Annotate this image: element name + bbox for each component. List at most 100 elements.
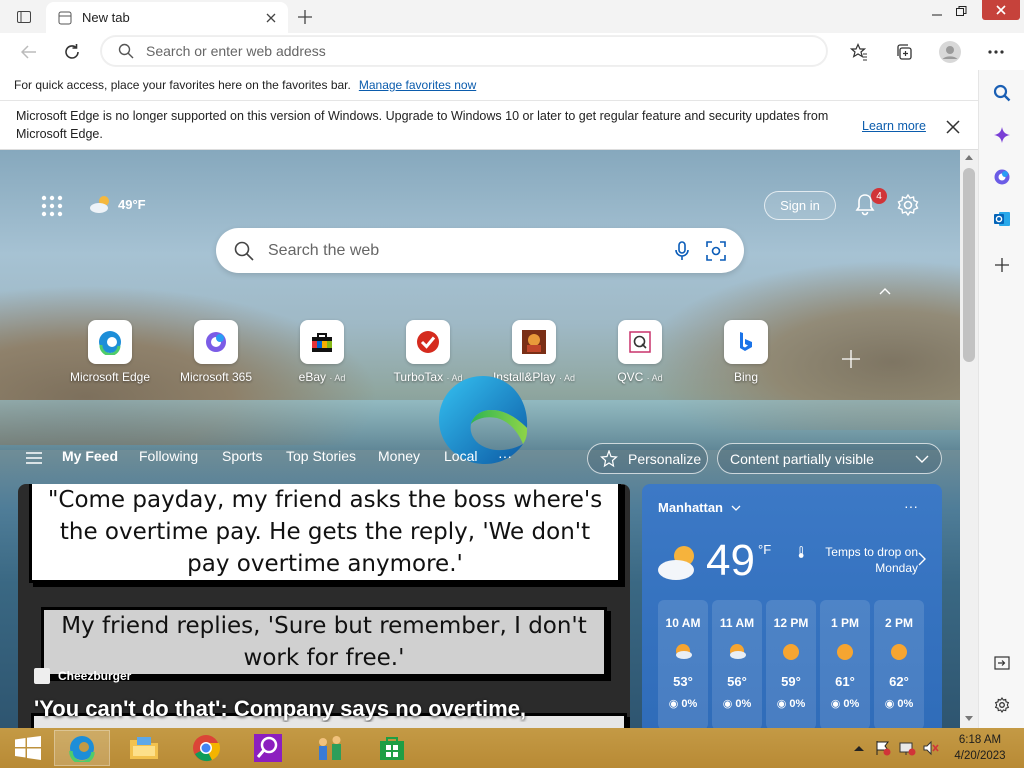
weather-card[interactable]: Manhattan ··· 49 °F Temps to drop on Mon…	[642, 484, 942, 728]
article-image-caption-1: "Come payday, my friend asks the boss wh…	[32, 484, 618, 580]
feed-article-card[interactable]: "Come payday, my friend asks the boss wh…	[18, 484, 630, 728]
infobar-message: Microsoft Edge is no longer supported on…	[16, 109, 829, 141]
search-icon	[234, 241, 254, 261]
favorites-bar: For quick access, place your favorites h…	[0, 70, 978, 101]
weather-mini[interactable]: 49°F	[88, 194, 146, 214]
personalize-button[interactable]: Personalize	[587, 443, 708, 474]
close-tab-icon[interactable]	[258, 5, 284, 31]
microsoft-365-icon	[206, 332, 226, 352]
sidebar-discover-sparkle-icon[interactable]	[989, 122, 1015, 148]
weather-alert-text: Temps to drop on Monday	[825, 545, 918, 575]
favorites-icon[interactable]	[844, 37, 874, 67]
tab-title: New tab	[82, 10, 130, 25]
quick-link-microsoft-edge[interactable]: Microsoft Edge	[65, 320, 155, 384]
tab-actions-icon[interactable]	[10, 7, 38, 27]
sidebar-search-icon[interactable]	[989, 80, 1015, 106]
collapse-chevron-up-icon[interactable]	[874, 280, 896, 302]
refresh-icon[interactable]	[57, 37, 87, 67]
page-settings-gear-icon[interactable]	[895, 192, 921, 218]
address-placeholder: Search or enter web address	[146, 43, 326, 59]
sidebar-hide-icon[interactable]	[989, 650, 1015, 676]
notifications-badge: 4	[871, 188, 887, 204]
feed-navigation: My Feed Following Sports Top Stories Mon…	[0, 434, 960, 482]
new-tab-button[interactable]	[292, 4, 318, 30]
tab-money[interactable]: Money	[378, 448, 420, 464]
weather-location[interactable]: Manhattan	[658, 500, 741, 515]
collections-icon[interactable]	[889, 37, 919, 67]
weather-unit: °F	[758, 542, 772, 557]
learn-more-link[interactable]: Learn more	[862, 117, 926, 135]
taskbar-chrome-icon[interactable]	[178, 730, 234, 766]
sidebar-microsoft-365-icon[interactable]	[989, 164, 1015, 190]
visual-search-icon[interactable]	[706, 240, 726, 261]
quick-link-microsoft-365[interactable]: Microsoft 365	[171, 320, 261, 384]
add-shortcut-plus-icon[interactable]	[838, 346, 864, 372]
close-infobar-icon[interactable]	[940, 115, 966, 139]
quick-link-label: eBay	[298, 370, 326, 384]
scroll-up-icon[interactable]	[965, 154, 973, 160]
tab-sports[interactable]: Sports	[222, 448, 262, 464]
article-image-caption-2: My friend replies, 'Sure but remember, I…	[44, 610, 604, 674]
manage-favorites-link[interactable]: Manage favorites now	[359, 78, 476, 92]
sidebar-add-icon[interactable]	[989, 252, 1015, 278]
chevron-down-icon	[915, 455, 929, 463]
chevron-right-icon[interactable]	[917, 552, 927, 566]
settings-and-more-icon[interactable]	[981, 37, 1011, 67]
clock-time: 6:18 AM	[958, 734, 1002, 746]
tab-top-stories[interactable]: Top Stories	[286, 448, 356, 464]
scrollbar-thumb[interactable]	[963, 168, 975, 362]
apps-grid-icon[interactable]	[40, 194, 64, 218]
address-bar[interactable]: Search or enter web address	[101, 36, 827, 66]
partly-sunny-icon	[676, 644, 692, 659]
quick-link-qvc[interactable]: QVC · Ad	[595, 320, 685, 384]
sidebar-settings-gear-icon[interactable]	[989, 692, 1015, 718]
quick-link-bing[interactable]: Bing	[701, 320, 791, 384]
tab-local[interactable]: Local	[444, 448, 477, 464]
feed-menu-icon[interactable]	[24, 450, 44, 466]
profile-avatar[interactable]	[935, 37, 965, 67]
tray-network-icon[interactable]	[898, 740, 916, 756]
windows-taskbar: 6:18 AM 4/20/2023	[0, 728, 1024, 768]
page-scrollbar[interactable]	[960, 150, 978, 728]
article-headline[interactable]: 'You can't do that': Company says no ove…	[34, 696, 614, 722]
taskbar-clock[interactable]: 6:18 AM 4/20/2023	[948, 732, 1012, 764]
hourly-forecast-item: 11 AM 56° ◉ 0%	[712, 600, 762, 728]
start-button-windows-icon[interactable]	[0, 730, 56, 766]
scroll-down-icon[interactable]	[965, 716, 973, 722]
tab-following[interactable]: Following	[139, 448, 198, 464]
quick-link-ebay[interactable]: eBay · Ad	[277, 320, 367, 384]
weather-more-icon[interactable]: ···	[904, 498, 918, 514]
taskbar-store-icon[interactable]	[364, 730, 420, 766]
sparkle-star-icon	[600, 449, 618, 467]
back-icon[interactable]	[14, 37, 44, 67]
tab-more[interactable]: ···	[498, 448, 512, 464]
personalize-label: Personalize	[628, 450, 702, 467]
hourly-forecast-item: 12 PM 59° ◉ 0%	[766, 600, 816, 728]
tab-new-tab[interactable]: New tab	[46, 2, 288, 33]
turbotax-check-icon	[417, 331, 439, 353]
sign-in-button[interactable]: Sign in	[764, 191, 836, 220]
article-source-name: Cheezburger	[58, 669, 132, 683]
install-and-play-icon	[522, 330, 546, 354]
tab-my-feed[interactable]: My Feed	[62, 448, 118, 464]
sidebar-outlook-icon[interactable]	[989, 206, 1015, 232]
taskbar-search-app-icon[interactable]	[240, 730, 296, 766]
quick-link-label: Microsoft Edge	[69, 370, 151, 384]
tray-show-hidden-icons[interactable]	[850, 740, 868, 756]
taskbar-file-explorer-icon[interactable]	[116, 730, 172, 766]
taskbar-network-users-icon[interactable]	[302, 730, 358, 766]
restore-icon[interactable]	[946, 0, 976, 22]
tray-volume-muted-icon[interactable]	[922, 740, 940, 756]
bing-icon	[740, 332, 752, 351]
sunny-icon	[891, 644, 907, 660]
content-visibility-dropdown[interactable]: Content partially visible	[717, 443, 942, 474]
taskbar-edge-icon[interactable]	[54, 730, 110, 766]
edge-sidebar	[978, 70, 1024, 728]
hourly-forecast-item: 2 PM 62° ◉ 0%	[874, 600, 924, 728]
web-search-box[interactable]: Search the web	[216, 228, 744, 273]
voice-search-icon[interactable]	[674, 240, 690, 261]
tray-action-center-flag-icon[interactable]	[874, 740, 892, 756]
favorites-bar-text: For quick access, place your favorites h…	[14, 78, 351, 92]
close-window-icon[interactable]	[982, 0, 1020, 20]
weather-city: Manhattan	[658, 500, 723, 515]
